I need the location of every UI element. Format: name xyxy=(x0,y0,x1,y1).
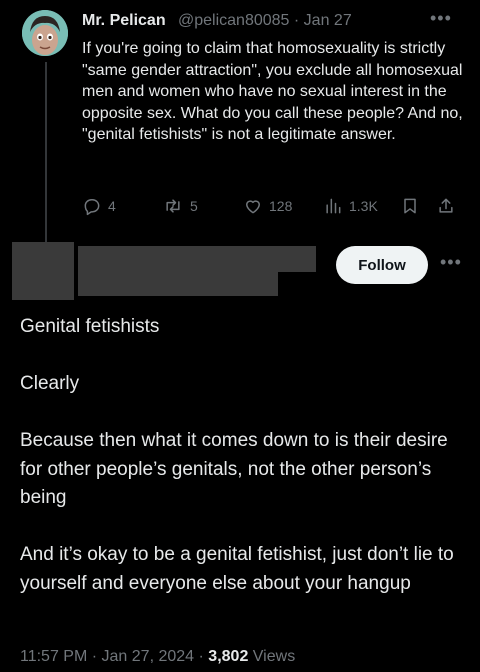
bar-chart-icon xyxy=(326,198,341,214)
meta-separator: · xyxy=(293,12,300,29)
reply-paragraph: Because then what it comes down to is th… xyxy=(20,430,448,508)
reply-date[interactable]: Jan 27, 2024 xyxy=(102,648,195,665)
more-horizontal-icon[interactable]: ••• xyxy=(430,8,452,29)
bookmark-icon xyxy=(404,198,416,214)
reply-metadata: 11:57 PM · Jan 27, 2024 · 3,802 Views xyxy=(20,648,295,666)
follow-button[interactable]: Follow xyxy=(336,246,428,284)
reply-header: Follow ••• xyxy=(12,240,474,302)
redacted-handle xyxy=(78,270,278,296)
avatar[interactable] xyxy=(22,10,68,56)
like-count: 128 xyxy=(269,198,293,214)
reply-paragraph: And it’s okay to be a genital fetishist,… xyxy=(20,544,454,594)
views-count: 1.3K xyxy=(349,198,378,214)
reply-paragraph: Clearly xyxy=(20,373,80,394)
avatar-image-icon xyxy=(22,10,68,56)
reply-paragraph: Genital fetishists xyxy=(20,316,160,337)
retweet-icon xyxy=(166,199,180,213)
parent-tweet-text: If you're going to claim that homosexual… xyxy=(82,40,463,143)
reply-icon xyxy=(84,199,100,216)
more-horizontal-icon[interactable]: ••• xyxy=(440,252,462,273)
meta-separator: · xyxy=(198,648,204,665)
author-meta: @pelican80085 · Jan 27 xyxy=(178,12,352,30)
retweet-button[interactable]: 5 xyxy=(162,196,198,216)
bookmark-button[interactable] xyxy=(400,196,420,216)
share-icon xyxy=(439,198,453,213)
views-button[interactable]: 1.3K xyxy=(323,196,378,216)
share-button[interactable] xyxy=(436,196,456,216)
reply-button[interactable]: 4 xyxy=(82,196,116,216)
retweet-count: 5 xyxy=(190,198,198,214)
thread-connector-line xyxy=(45,62,47,242)
author-name[interactable]: Mr. Pelican xyxy=(82,12,166,30)
tweet-date[interactable]: Jan 27 xyxy=(304,12,352,29)
author-handle[interactable]: @pelican80085 xyxy=(178,12,289,29)
reply-time[interactable]: 11:57 PM xyxy=(20,648,87,665)
reply-count: 4 xyxy=(108,198,116,214)
like-button[interactable]: 128 xyxy=(243,196,292,216)
reply-views-label: Views xyxy=(252,648,296,665)
meta-separator: · xyxy=(91,648,98,665)
heart-icon xyxy=(246,200,260,214)
reply-views-count: 3,802 xyxy=(208,648,249,665)
redacted-display-name xyxy=(78,246,316,272)
redacted-avatar xyxy=(12,242,74,300)
